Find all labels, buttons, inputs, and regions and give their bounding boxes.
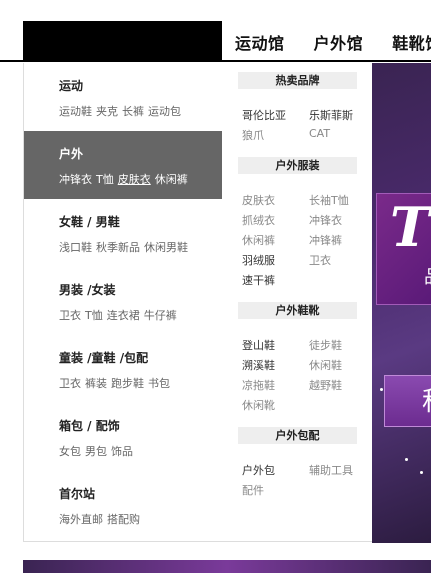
category-link[interactable]: T恤: [85, 309, 103, 322]
promo-banner[interactable]: T 品 秋: [372, 63, 431, 543]
category-link[interactable]: 女包: [59, 445, 81, 458]
apparel-link[interactable]: 休闲裤: [242, 232, 275, 248]
apparel-link[interactable]: 卫衣: [309, 252, 331, 268]
category-apparel[interactable]: 男装 /女装 卫衣 T恤 连衣裙 牛仔裤: [24, 267, 222, 335]
footwear-link[interactable]: 溯溪鞋: [242, 357, 275, 373]
category-outdoor[interactable]: 户外 冲锋衣 T恤 皮肤衣 休闲裤: [24, 131, 222, 199]
category-sidebar: 运动 运动鞋 夹克 长裤 运动包 户外 冲锋衣 T恤 皮肤衣 休闲裤 女鞋 / 男鞋 浅口鞋…: [23, 63, 222, 542]
category-link[interactable]: 海外直邮: [59, 513, 103, 526]
header-divider: [0, 60, 431, 62]
apparel-link[interactable]: 皮肤衣: [242, 192, 275, 208]
bags-link[interactable]: 配件: [242, 482, 264, 498]
category-title[interactable]: 童装 /童鞋 /包配: [59, 349, 148, 366]
category-title[interactable]: 户外: [59, 145, 83, 162]
category-link[interactable]: 裤装: [85, 377, 107, 390]
category-sports[interactable]: 运动 运动鞋 夹克 长裤 运动包: [24, 63, 222, 131]
footwear-link[interactable]: 休闲鞋: [309, 357, 342, 373]
category-link[interactable]: 运动包: [148, 105, 181, 118]
category-link[interactable]: 休闲男鞋: [144, 241, 188, 254]
footwear-link[interactable]: 徒步鞋: [309, 337, 342, 353]
category-link[interactable]: 跑步鞋: [111, 377, 144, 390]
category-link[interactable]: 长裤: [122, 105, 144, 118]
brand-link[interactable]: CAT: [309, 127, 330, 140]
banner-logo-letter: T: [390, 195, 431, 259]
category-link[interactable]: 夹克: [96, 105, 118, 118]
category-link[interactable]: 冲锋衣: [59, 173, 92, 186]
category-links: 海外直邮 搭配购: [59, 511, 144, 527]
category-link[interactable]: 运动鞋: [59, 105, 92, 118]
bags-link[interactable]: 户外包: [242, 462, 275, 478]
category-link[interactable]: 搭配购: [107, 513, 140, 526]
category-link[interactable]: 牛仔裤: [144, 309, 177, 322]
footwear-link[interactable]: 登山鞋: [242, 337, 275, 353]
category-shoes[interactable]: 女鞋 / 男鞋 浅口鞋 秋季新品 休闲男鞋: [24, 199, 222, 267]
category-links: 浅口鞋 秋季新品 休闲男鞋: [59, 239, 192, 255]
sparkle: [420, 471, 423, 474]
section-header-apparel: 户外服装: [238, 157, 357, 174]
bags-link[interactable]: 辅助工具: [309, 462, 353, 478]
category-link[interactable]: 连衣裙: [107, 309, 140, 322]
banner-subtitle-char: 品: [424, 263, 431, 289]
brand-link[interactable]: 乐斯菲斯: [309, 107, 353, 123]
sparkle: [405, 458, 408, 461]
footwear-link[interactable]: 越野鞋: [309, 377, 342, 393]
category-link[interactable]: 书包: [148, 377, 170, 390]
apparel-link[interactable]: 速干裤: [242, 272, 275, 288]
category-link[interactable]: 休闲裤: [155, 173, 188, 186]
category-title[interactable]: 女鞋 / 男鞋: [59, 213, 120, 230]
category-link[interactable]: 男包: [85, 445, 107, 458]
category-bags[interactable]: 箱包 / 配饰 女包 男包 饰品: [24, 403, 222, 471]
footwear-link[interactable]: 凉拖鞋: [242, 377, 275, 393]
nav-shoes-hall[interactable]: 鞋靴馆: [392, 30, 431, 54]
category-link[interactable]: 卫衣: [59, 309, 81, 322]
category-menu-header[interactable]: [23, 21, 222, 61]
category-links: 运动鞋 夹克 长裤 运动包: [59, 103, 185, 119]
category-link[interactable]: T恤: [96, 173, 114, 186]
sparkle: [380, 388, 383, 391]
banner-box-char: 秋: [422, 381, 431, 418]
category-link[interactable]: 饰品: [111, 445, 133, 458]
footwear-link[interactable]: 休闲靴: [242, 397, 275, 413]
category-links: 卫衣 T恤 连衣裙 牛仔裤: [59, 307, 181, 323]
nav-outdoor-hall[interactable]: 户外馆: [314, 30, 364, 54]
category-link-hovered[interactable]: 皮肤衣: [118, 173, 151, 186]
category-link[interactable]: 秋季新品: [96, 241, 140, 254]
category-links: 卫衣 裤装 跑步鞋 书包: [59, 375, 174, 391]
apparel-link[interactable]: 冲锋衣: [309, 212, 342, 228]
nav-sports-hall[interactable]: 运动馆: [235, 30, 285, 54]
category-seoul[interactable]: 首尔站 海外直邮 搭配购: [24, 471, 222, 539]
apparel-link[interactable]: 长袖T恤: [309, 192, 349, 208]
outdoor-submenu: 热卖品牌 哥伦比亚 乐斯菲斯 狼爪 CAT 户外服装 皮肤衣 长袖T恤 抓绒衣 …: [222, 63, 372, 542]
category-link[interactable]: 浅口鞋: [59, 241, 92, 254]
apparel-link[interactable]: 羽绒服: [242, 252, 275, 268]
apparel-link[interactable]: 抓绒衣: [242, 212, 275, 228]
category-title[interactable]: 男装 /女装: [59, 281, 116, 298]
category-title[interactable]: 首尔站: [59, 485, 95, 502]
category-kids[interactable]: 童装 /童鞋 /包配 卫衣 裤装 跑步鞋 书包: [24, 335, 222, 403]
next-banner-strip: [23, 560, 431, 573]
header: 运动馆 户外馆 鞋靴馆: [0, 0, 431, 63]
brand-link[interactable]: 哥伦比亚: [242, 107, 286, 123]
section-header-bags: 户外包配: [238, 427, 357, 444]
category-link[interactable]: 卫衣: [59, 377, 81, 390]
category-links: 女包 男包 饰品: [59, 443, 137, 459]
main-nav: 运动馆 户外馆 鞋靴馆: [235, 30, 431, 54]
apparel-link[interactable]: 冲锋裤: [309, 232, 342, 248]
section-header-brands: 热卖品牌: [238, 72, 357, 89]
brand-link[interactable]: 狼爪: [242, 127, 264, 143]
category-title[interactable]: 运动: [59, 77, 83, 94]
section-header-footwear: 户外鞋靴: [238, 302, 357, 319]
category-links: 冲锋衣 T恤 皮肤衣 休闲裤: [59, 171, 192, 187]
category-title[interactable]: 箱包 / 配饰: [59, 417, 120, 434]
